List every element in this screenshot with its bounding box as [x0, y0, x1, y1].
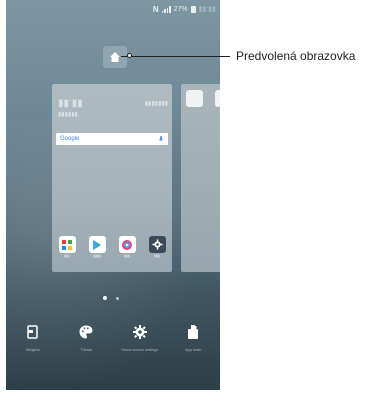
- phone-screen: N 27% ▮▮:▮▮ ▮▮:▮▮ ▮▮▮▮▮▮ ▮▮▮▮▮▮▮ Google: [6, 0, 220, 390]
- google-logo: Google: [60, 136, 80, 142]
- app-label: ▮▮▮▮: [93, 254, 101, 258]
- status-bar: N 27% ▮▮:▮▮: [153, 0, 216, 18]
- app-settings[interactable]: ▮▮▮: [144, 236, 170, 258]
- widgets-button[interactable]: Widgets: [8, 324, 58, 353]
- palette-icon: [79, 325, 93, 339]
- app-trash-button[interactable]: App trash: [168, 324, 218, 353]
- home-screen-page-preview-next[interactable]: [181, 84, 220, 272]
- app-messaging[interactable]: ▮▮▮: [54, 236, 80, 258]
- home-screen-page-preview[interactable]: ▮▮:▮▮ ▮▮▮▮▮▮ ▮▮▮▮▮▮▮ Google ▮▮▮ ▮▮▮▮ ▮▮▮…: [52, 84, 172, 272]
- page-dot-active: [103, 296, 107, 300]
- settings-icon: [148, 236, 166, 253]
- home-screen-settings-label: Home screen settings: [121, 348, 159, 352]
- app-label: ▮▮▮: [64, 254, 70, 258]
- default-home-button[interactable]: [103, 46, 127, 68]
- play-store-icon: [88, 236, 106, 253]
- theme-label: Theme: [80, 348, 93, 352]
- folder-icon: [186, 90, 203, 107]
- date-widget: ▮▮▮▮▮▮▮: [144, 101, 168, 107]
- edit-mode-toolbar: Widgets Theme Home screen settings App t…: [6, 324, 220, 353]
- callout-line: [121, 56, 230, 57]
- sms-app-icon: [58, 236, 76, 253]
- page-indicator: [103, 296, 119, 300]
- app-dock: ▮▮▮ ▮▮▮▮ ▮▮▮ ▮▮▮: [52, 236, 172, 258]
- clock-widget: ▮▮:▮▮: [58, 98, 83, 109]
- home-icon: [110, 52, 120, 62]
- google-search-bar[interactable]: Google: [56, 133, 168, 145]
- battery-percent: 27%: [173, 5, 188, 13]
- app-icon-partial: [215, 90, 220, 107]
- camera-icon: [118, 236, 136, 253]
- battery-icon: [190, 5, 196, 13]
- weather-widget: ▮▮▮▮▮▮: [58, 112, 78, 118]
- clock-text: ▮▮:▮▮: [198, 6, 216, 13]
- widgets-label: Widgets: [25, 348, 40, 352]
- signal-icon: [161, 5, 171, 13]
- app-label: ▮▮▮: [154, 254, 160, 258]
- app-trash-label: App trash: [185, 348, 202, 352]
- default-screen-callout: Predvolená obrazovka: [236, 49, 356, 63]
- theme-button[interactable]: Theme: [61, 324, 111, 353]
- app-camera[interactable]: ▮▮▮: [114, 236, 140, 258]
- callout-dot: [127, 53, 132, 58]
- app-play-store[interactable]: ▮▮▮▮: [84, 236, 110, 258]
- page-dot: [116, 296, 119, 300]
- home-screen-settings-button[interactable]: Home screen settings: [115, 324, 165, 353]
- app-label: ▮▮▮: [124, 254, 130, 258]
- app-trash-icon: [188, 325, 199, 339]
- nfc-icon: N: [152, 4, 159, 14]
- widgets-icon: [27, 325, 38, 339]
- mic-icon: [159, 135, 163, 141]
- gear-icon: [132, 325, 147, 339]
